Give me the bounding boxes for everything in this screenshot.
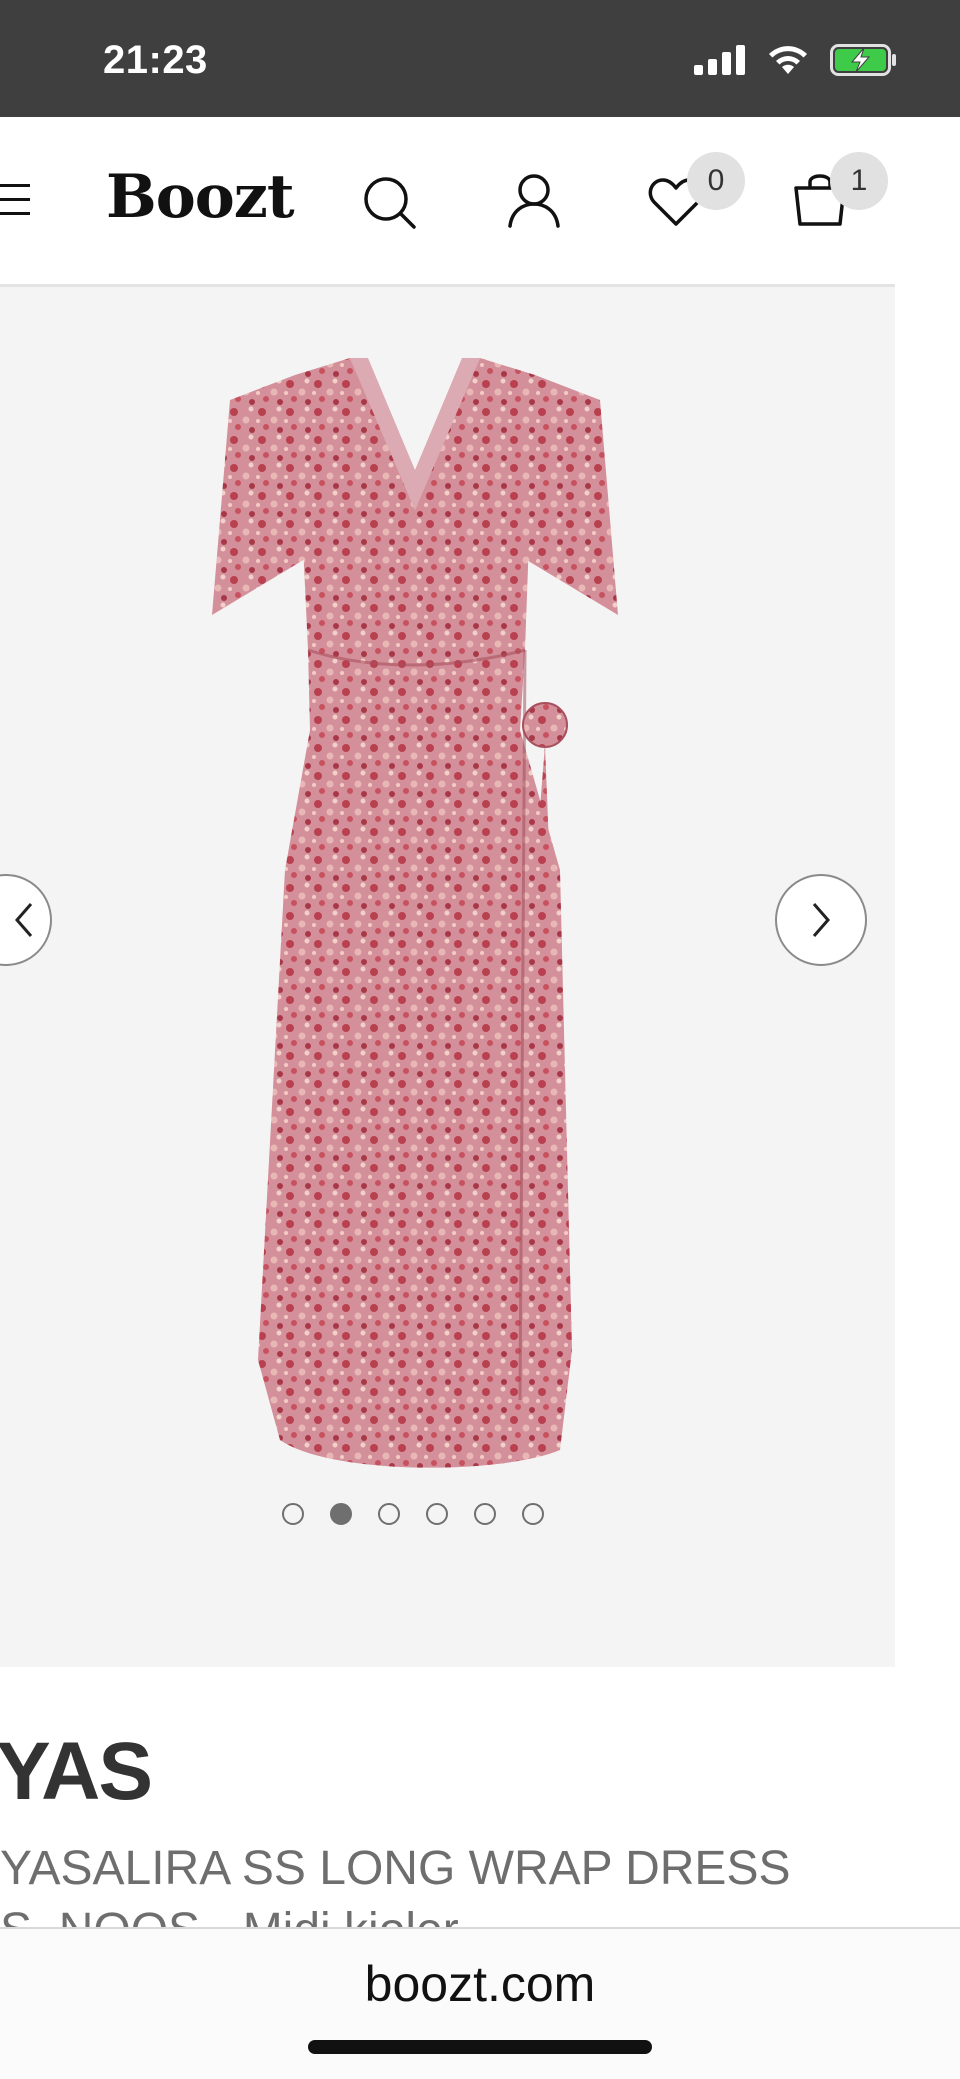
gallery-dot[interactable] [282, 1503, 304, 1525]
gallery-next-button[interactable] [775, 874, 867, 966]
gallery-dot-active[interactable] [330, 1503, 352, 1525]
product-image[interactable] [200, 350, 630, 1480]
battery-charging-icon [830, 44, 896, 76]
browser-url[interactable]: boozt.com [0, 1955, 960, 2013]
status-time: 21:23 [103, 38, 208, 82]
menu-icon[interactable] [0, 182, 34, 218]
gallery-dot[interactable] [522, 1503, 544, 1525]
gallery-dot[interactable] [474, 1503, 496, 1525]
cart-count-badge: 1 [830, 152, 888, 210]
search-icon[interactable] [362, 175, 418, 231]
status-bar: 21:23 [0, 0, 960, 117]
gallery-pagination [282, 1503, 544, 1525]
wifi-icon [769, 46, 807, 74]
product-name: YASALIRA SS LONG WRAP DRESS [0, 1842, 791, 1895]
gallery-dot[interactable] [426, 1503, 448, 1525]
home-indicator[interactable] [308, 2040, 652, 2054]
signal-icon [694, 45, 745, 75]
product-brand[interactable]: YAS [0, 1725, 153, 1819]
boozt-logo[interactable]: Boozt [106, 162, 295, 232]
chevron-right-icon [812, 903, 830, 937]
account-icon[interactable] [506, 172, 562, 228]
chevron-left-icon [15, 903, 33, 937]
gallery-dot[interactable] [378, 1503, 400, 1525]
wishlist-count-badge: 0 [687, 152, 745, 210]
status-icons [694, 44, 898, 76]
